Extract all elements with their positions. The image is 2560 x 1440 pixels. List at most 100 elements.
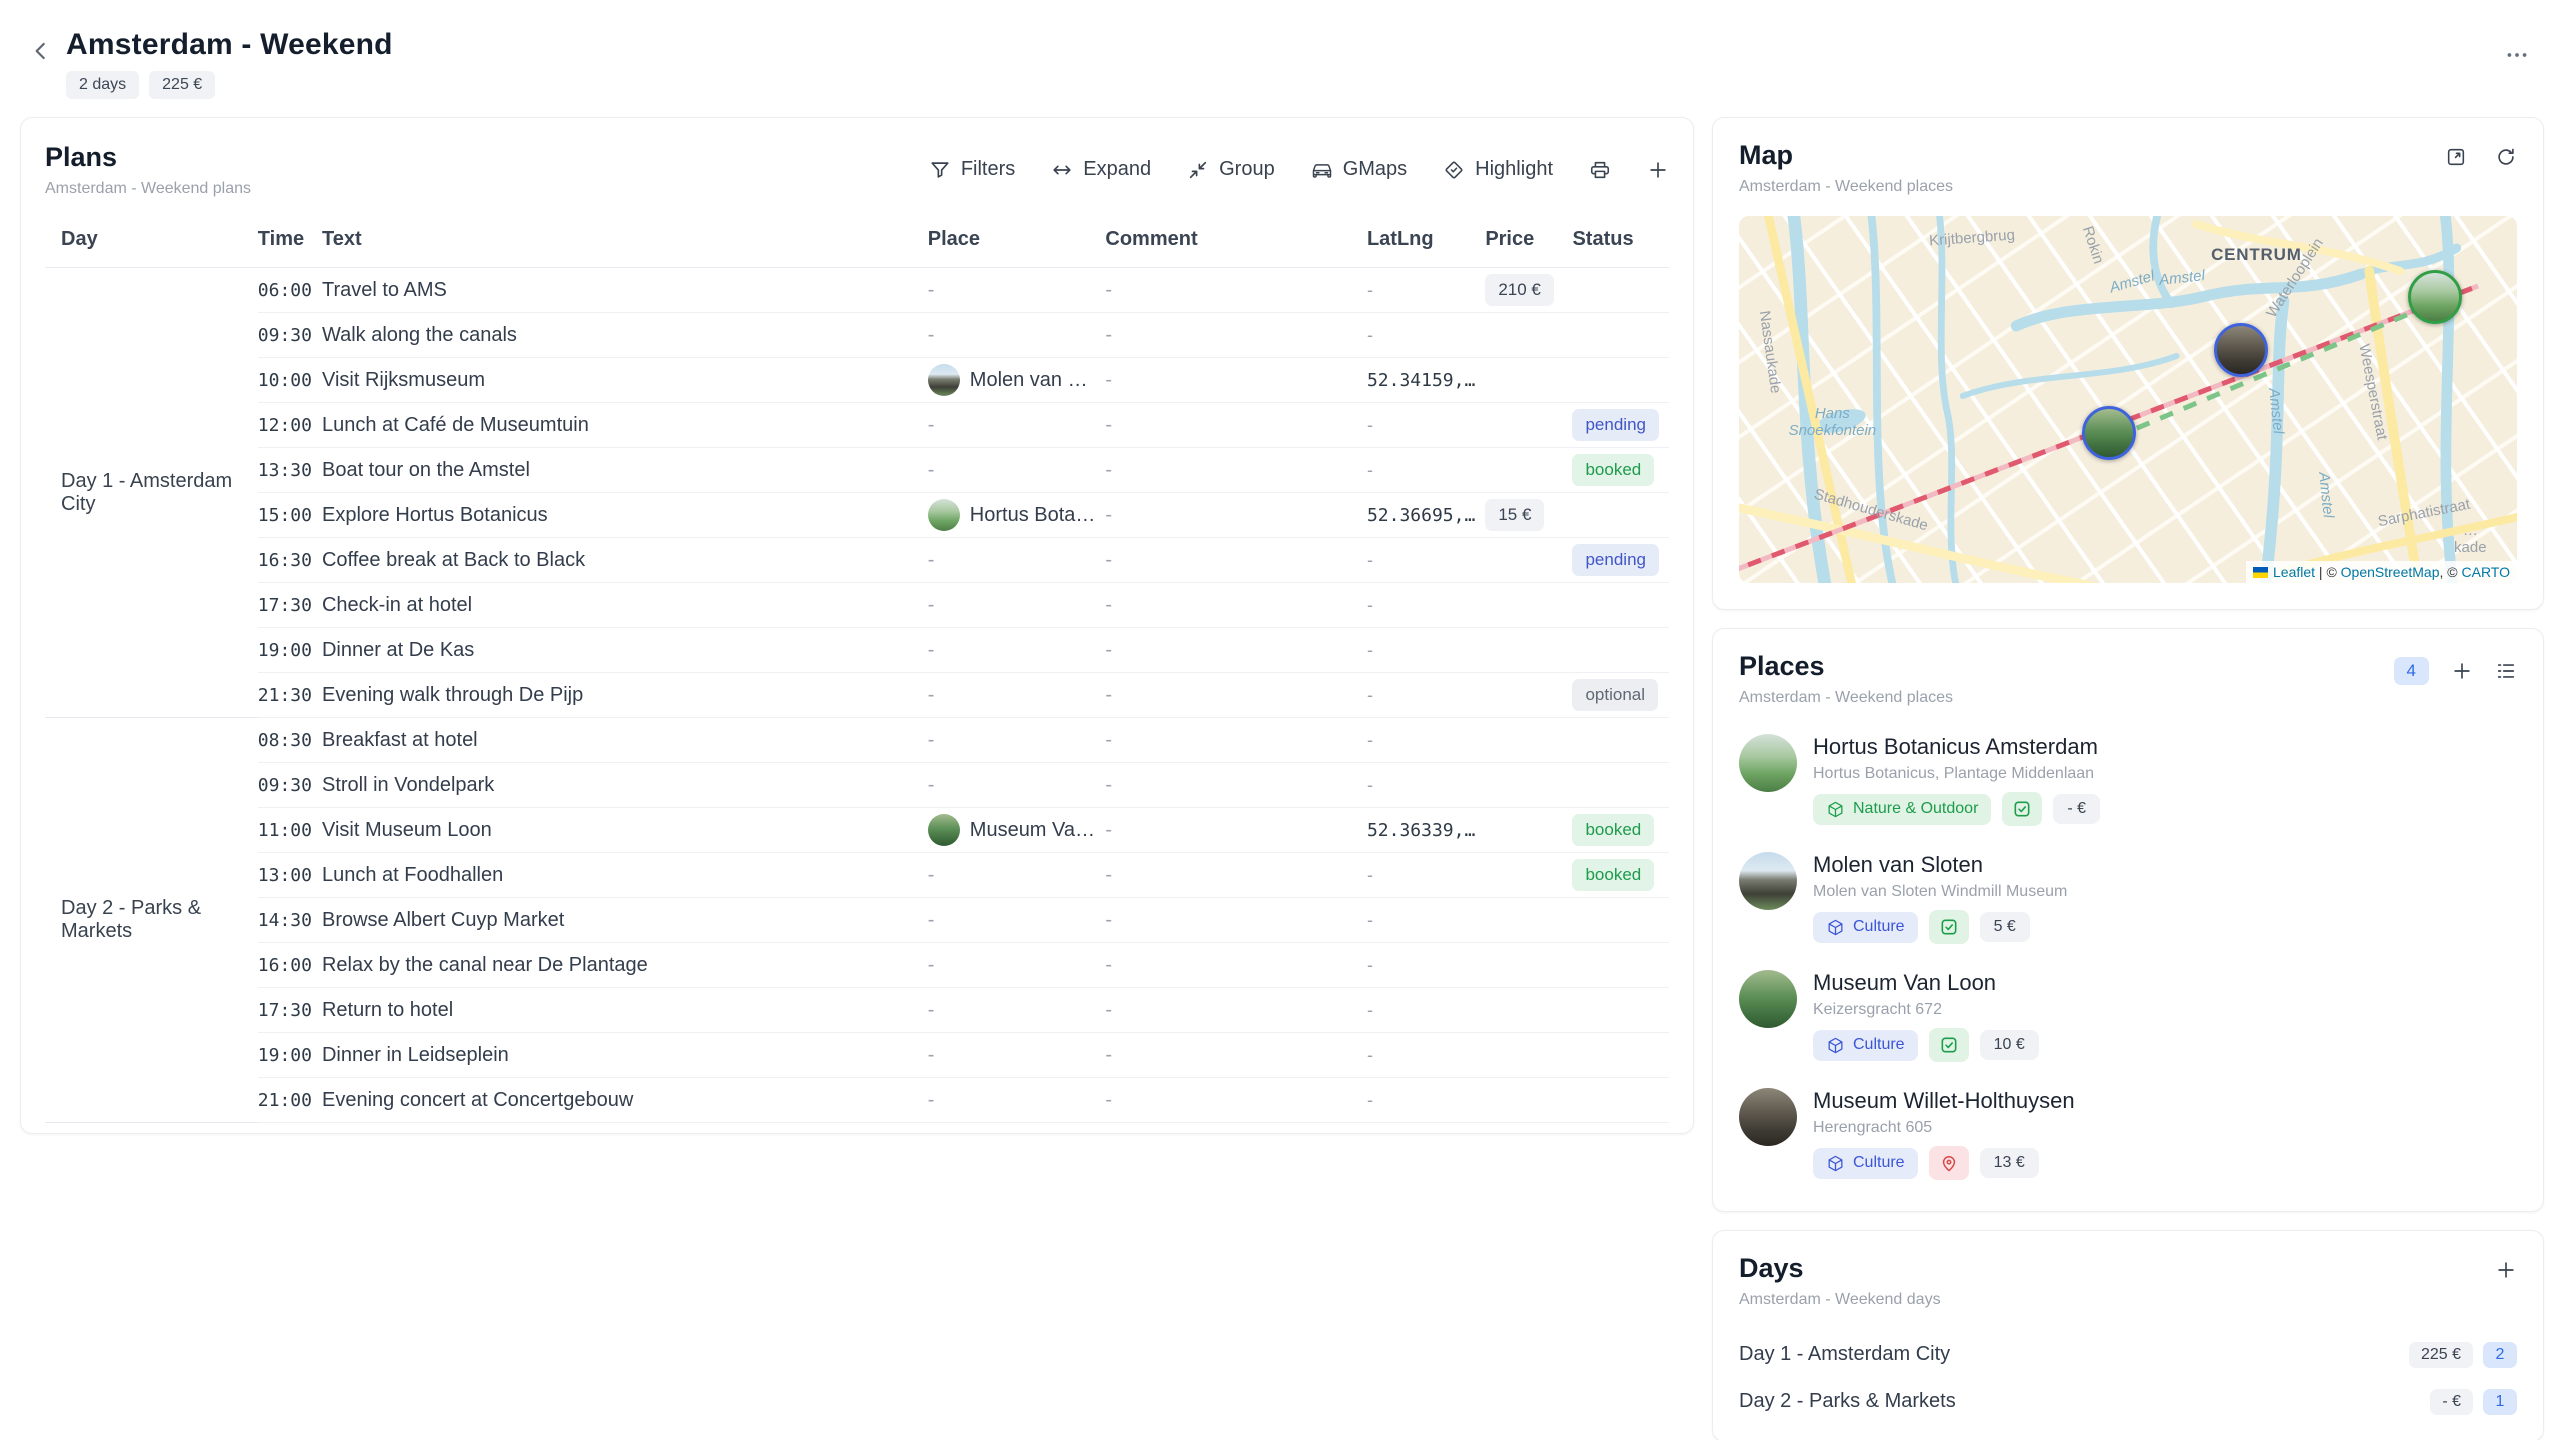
plan-time: 08:30 [258, 718, 322, 763]
status-badge: pending [1572, 544, 1659, 575]
plan-comment: - [1105, 808, 1367, 853]
map-title: Map [1739, 140, 1953, 171]
plan-price [1485, 808, 1572, 853]
plan-comment: - [1105, 673, 1367, 718]
plan-time: 17:30 [258, 988, 322, 1033]
funnel-icon [929, 159, 951, 181]
attribution-link[interactable]: OpenStreetMap [2341, 564, 2440, 580]
map-attribution: Leaflet | © OpenStreetMap, © CARTO [2246, 561, 2517, 583]
plan-row[interactable]: 21:00Evening concert at Concertgebouw--- [45, 1078, 1669, 1123]
chevron-left-icon [28, 38, 54, 64]
plan-status [1572, 763, 1669, 808]
plan-price [1485, 313, 1572, 358]
cube-icon [1826, 1036, 1845, 1055]
attribution-link[interactable]: Leaflet [2273, 564, 2315, 580]
place-address: Herengracht 605 [1813, 1119, 2075, 1137]
plus-icon [1647, 159, 1669, 181]
plan-row[interactable]: 17:30Check-in at hotel--- [45, 583, 1669, 628]
marker-hortus-botanicus[interactable] [2408, 270, 2462, 324]
plan-status [1572, 268, 1669, 313]
plan-row[interactable]: 15:00Explore Hortus BotanicusHortus Bota… [45, 493, 1669, 538]
plan-place: - [928, 313, 1106, 358]
back-button[interactable] [28, 38, 54, 64]
days-list: Day 1 - Amsterdam City225 €2 Day 2 - Park… [1739, 1331, 2517, 1425]
plan-time: 16:00 [258, 943, 322, 988]
plan-place: - [928, 718, 1106, 763]
map-refresh-button[interactable] [2495, 146, 2517, 168]
expand-button[interactable]: Expand [1051, 158, 1151, 181]
group-label: Group [1219, 158, 1275, 181]
plus-icon [2451, 660, 2473, 682]
day-label: Day 2 - Parks & Markets [1739, 1390, 1956, 1413]
plan-row[interactable]: Day 2 - Parks & Markets08:30Breakfast at… [45, 718, 1669, 763]
plan-latlng: - [1367, 853, 1485, 898]
filters-label: Filters [961, 158, 1015, 181]
map-fullscreen-button[interactable] [2445, 146, 2467, 168]
plan-text: Coffee break at Back to Black [322, 538, 928, 583]
plan-latlng: - [1367, 988, 1485, 1033]
plan-status: optional [1572, 673, 1669, 718]
map[interactable]: KrijtbergbrugRokinAmstelAmstelCENTRUMWat… [1739, 216, 2517, 583]
plan-row[interactable]: 09:30Stroll in Vondelpark--- [45, 763, 1669, 808]
plan-row[interactable]: 14:30Browse Albert Cuyp Market--- [45, 898, 1669, 943]
plan-place: - [928, 628, 1106, 673]
plan-status: pending [1572, 538, 1669, 583]
flag-icon [2253, 567, 2268, 578]
plan-latlng: 52.36339,… [1367, 808, 1485, 853]
place-list-item[interactable]: Hortus Botanicus AmsterdamHortus Botanic… [1739, 721, 2517, 839]
highlight-button[interactable]: Highlight [1443, 158, 1553, 181]
overflow-menu-button[interactable] [2504, 42, 2530, 68]
plan-time: 21:00 [258, 1078, 322, 1123]
plans-table-header: DayTimeTextPlaceCommentLatLngPriceStatus [45, 228, 1669, 268]
place-list-item[interactable]: Molen van SlotenMolen van Sloten Windmil… [1739, 839, 2517, 957]
plan-row[interactable]: 16:00Relax by the canal near De Plantage… [45, 943, 1669, 988]
gmaps-button[interactable]: GMaps [1311, 158, 1407, 181]
plan-status: booked [1572, 853, 1669, 898]
add-place-button[interactable] [2451, 660, 2473, 682]
plan-comment: - [1105, 583, 1367, 628]
plan-status [1572, 493, 1669, 538]
day-list-item[interactable]: Day 1 - Amsterdam City225 €2 [1739, 1331, 2517, 1378]
day-price-badge: - € [2430, 1389, 2473, 1415]
marker-museum-van-loon[interactable] [2082, 406, 2136, 460]
plan-row[interactable]: 21:30Evening walk through De Pijp---opti… [45, 673, 1669, 718]
print-button[interactable] [1589, 159, 1611, 181]
plan-row[interactable]: 13:00Lunch at Foodhallen---booked [45, 853, 1669, 898]
plan-status [1572, 1033, 1669, 1078]
place-list-item[interactable]: Museum Willet-HolthuysenHerengracht 605C… [1739, 1075, 2517, 1193]
day-list-item[interactable]: Day 2 - Parks & Markets- €1 [1739, 1378, 2517, 1425]
plan-status [1572, 628, 1669, 673]
plan-row[interactable]: 16:30Coffee break at Back to Black---pen… [45, 538, 1669, 583]
add-plan-button[interactable] [1647, 159, 1669, 181]
plan-row[interactable]: 12:00Lunch at Café de Museumtuin---pendi… [45, 403, 1669, 448]
plan-row[interactable]: 19:00Dinner at De Kas--- [45, 628, 1669, 673]
plan-row[interactable]: 10:00Visit RijksmuseumMolen van …-52.341… [45, 358, 1669, 403]
filters-button[interactable]: Filters [929, 158, 1015, 181]
cube-icon [1826, 918, 1845, 937]
place-price-badge: 5 € [1980, 912, 2030, 942]
plan-time: 10:00 [258, 358, 322, 403]
place-list-item[interactable]: Museum Van LoonKeizersgracht 672Culture1… [1739, 957, 2517, 1075]
plan-row[interactable]: 11:00Visit Museum LoonMuseum Va…-52.3633… [45, 808, 1669, 853]
plan-time: 13:30 [258, 448, 322, 493]
plan-row[interactable]: 17:30Return to hotel--- [45, 988, 1669, 1033]
plan-row[interactable]: 19:00Dinner in Leidseplein--- [45, 1033, 1669, 1078]
plan-row[interactable]: 09:30Walk along the canals--- [45, 313, 1669, 358]
status-badge: booked [1572, 859, 1654, 890]
plan-latlng: - [1367, 583, 1485, 628]
place-name: Hortus Botanicus Amsterdam [1813, 734, 2100, 760]
plan-row[interactable]: 13:30Boat tour on the Amstel---booked [45, 448, 1669, 493]
plan-row[interactable]: Day 1 - Amsterdam City06:00Travel to AMS… [45, 268, 1669, 313]
pin-icon [1939, 1153, 1959, 1173]
days-title: Days [1739, 1253, 1941, 1284]
attribution-link[interactable]: CARTO [2462, 564, 2511, 580]
plan-latlng: - [1367, 628, 1485, 673]
marker-museum-willet[interactable] [2214, 323, 2268, 377]
status-badge: pending [1572, 409, 1659, 440]
expand-icon [1051, 159, 1073, 181]
places-list-view-button[interactable] [2495, 660, 2517, 682]
place-category-badge: Culture [1813, 1148, 1918, 1179]
group-button[interactable]: Group [1187, 158, 1275, 181]
add-day-button[interactable] [2495, 1259, 2517, 1281]
plan-time: 16:30 [258, 538, 322, 583]
